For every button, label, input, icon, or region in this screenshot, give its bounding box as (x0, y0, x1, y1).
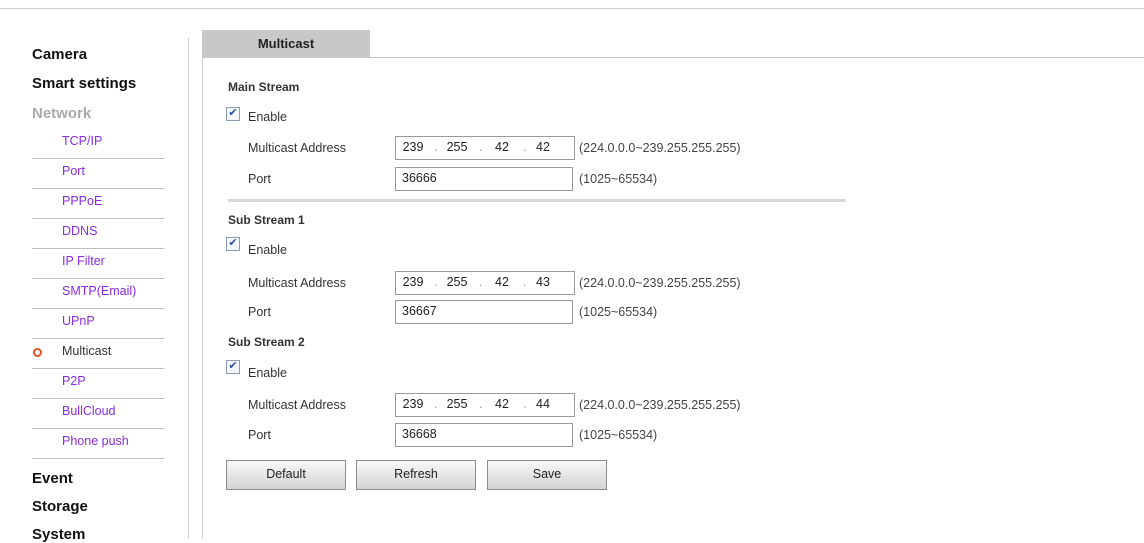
multicast-address-input-sub1[interactable]: 239 . 255 . 42 . 43 (395, 271, 575, 295)
sidebar-category-event[interactable]: Event (32, 470, 73, 487)
save-button[interactable]: Save (487, 460, 607, 490)
enable-label: Enable (248, 243, 287, 257)
section-title-sub-stream-2: Sub Stream 2 (228, 335, 305, 349)
ip-octet-4[interactable]: 42 (528, 140, 558, 154)
sidebar-item-multicast[interactable]: Multicast (32, 338, 164, 369)
active-bullet-icon (33, 348, 42, 357)
ip-octet-2[interactable]: 255 (442, 275, 472, 289)
sidebar-category-smart-settings[interactable]: Smart settings (32, 75, 136, 92)
ip-octet-2[interactable]: 255 (442, 397, 472, 411)
top-border (0, 8, 1144, 9)
ip-dot: . (523, 275, 527, 289)
ip-octet-3[interactable]: 42 (487, 397, 517, 411)
tab-multicast[interactable]: Multicast (202, 30, 370, 58)
enable-label: Enable (248, 110, 287, 124)
sidebar-item-label: PPPoE (62, 194, 103, 208)
ip-dot: . (434, 275, 438, 289)
tab-underline (370, 57, 1144, 58)
sidebar-item-tcpip[interactable]: TCP/IP (32, 128, 164, 159)
sidebar-item-label: SMTP(Email) (62, 284, 137, 298)
sidebar-category-storage[interactable]: Storage (32, 498, 88, 515)
content-left-border (202, 38, 203, 539)
multicast-address-input-sub2[interactable]: 239 . 255 . 42 . 44 (395, 393, 575, 417)
ip-dot: . (434, 397, 438, 411)
sidebar-item-label: Phone push (62, 434, 129, 448)
ip-dot: . (523, 140, 527, 154)
port-range-hint: (1025~65534) (579, 305, 658, 319)
port-input-main[interactable]: 36666 (395, 167, 573, 191)
sidebar-item-label: DDNS (62, 224, 98, 238)
port-input-sub1[interactable]: 36667 (395, 300, 573, 324)
default-button[interactable]: Default (226, 460, 346, 490)
sidebar-category-system[interactable]: System (32, 526, 85, 543)
port-label: Port (248, 428, 271, 442)
ip-octet-3[interactable]: 42 (487, 275, 517, 289)
ip-octet-1[interactable]: 239 (398, 275, 428, 289)
sidebar-category-network[interactable]: Network (32, 105, 91, 122)
sidebar-item-label: BullCloud (62, 404, 116, 418)
sidebar-item-label: Multicast (62, 344, 112, 358)
enable-checkbox-sub1[interactable]: ✔ (226, 237, 240, 251)
enable-checkbox-sub2[interactable]: ✔ (226, 360, 240, 374)
enable-label: Enable (248, 366, 287, 380)
enable-checkbox-main[interactable]: ✔ (226, 107, 240, 121)
multicast-address-input-main[interactable]: 239 . 255 . 42 . 42 (395, 136, 575, 160)
sidebar-item-phone-push[interactable]: Phone push (32, 428, 164, 459)
section-title-sub-stream-1: Sub Stream 1 (228, 213, 305, 227)
port-value: 36668 (402, 427, 437, 441)
port-value: 36666 (402, 171, 437, 185)
sidebar-item-upnp[interactable]: UPnP (32, 308, 164, 339)
port-input-sub2[interactable]: 36668 (395, 423, 573, 447)
sidebar-divider (188, 38, 189, 539)
sidebar-item-smtp[interactable]: SMTP(Email) (32, 278, 164, 309)
sidebar-item-label: Port (62, 164, 85, 178)
ip-octet-4[interactable]: 43 (528, 275, 558, 289)
ip-dot: . (479, 140, 483, 154)
sidebar-item-ddns[interactable]: DDNS (32, 218, 164, 249)
sidebar-item-label: UPnP (62, 314, 95, 328)
port-label: Port (248, 305, 271, 319)
sidebar-item-label: TCP/IP (62, 134, 103, 148)
sidebar-item-ip-filter[interactable]: IP Filter (32, 248, 164, 279)
address-range-hint: (224.0.0.0~239.255.255.255) (579, 398, 741, 412)
address-range-hint: (224.0.0.0~239.255.255.255) (579, 276, 741, 290)
multicast-address-label: Multicast Address (248, 276, 346, 290)
port-range-hint: (1025~65534) (579, 172, 658, 186)
port-range-hint: (1025~65534) (579, 428, 658, 442)
port-label: Port (248, 172, 271, 186)
multicast-address-label: Multicast Address (248, 141, 346, 155)
sidebar-item-label: P2P (62, 374, 86, 388)
ip-dot: . (479, 275, 483, 289)
ip-octet-1[interactable]: 239 (398, 397, 428, 411)
sidebar-category-camera[interactable]: Camera (32, 46, 87, 63)
ip-dot: . (434, 140, 438, 154)
ip-octet-1[interactable]: 239 (398, 140, 428, 154)
ip-octet-3[interactable]: 42 (487, 140, 517, 154)
ip-octet-2[interactable]: 255 (442, 140, 472, 154)
section-title-main-stream: Main Stream (228, 80, 300, 94)
ip-octet-4[interactable]: 44 (528, 397, 558, 411)
refresh-button[interactable]: Refresh (356, 460, 476, 490)
port-value: 36667 (402, 304, 437, 318)
multicast-address-label: Multicast Address (248, 398, 346, 412)
ip-dot: . (479, 397, 483, 411)
sidebar-item-port[interactable]: Port (32, 158, 164, 189)
sidebar-item-pppoe[interactable]: PPPoE (32, 188, 164, 219)
sidebar-item-p2p[interactable]: P2P (32, 368, 164, 399)
ip-dot: . (523, 397, 527, 411)
sidebar-item-label: IP Filter (62, 254, 105, 268)
address-range-hint: (224.0.0.0~239.255.255.255) (579, 141, 741, 155)
sidebar-item-bullcloud[interactable]: BullCloud (32, 398, 164, 429)
section-separator (228, 199, 846, 202)
